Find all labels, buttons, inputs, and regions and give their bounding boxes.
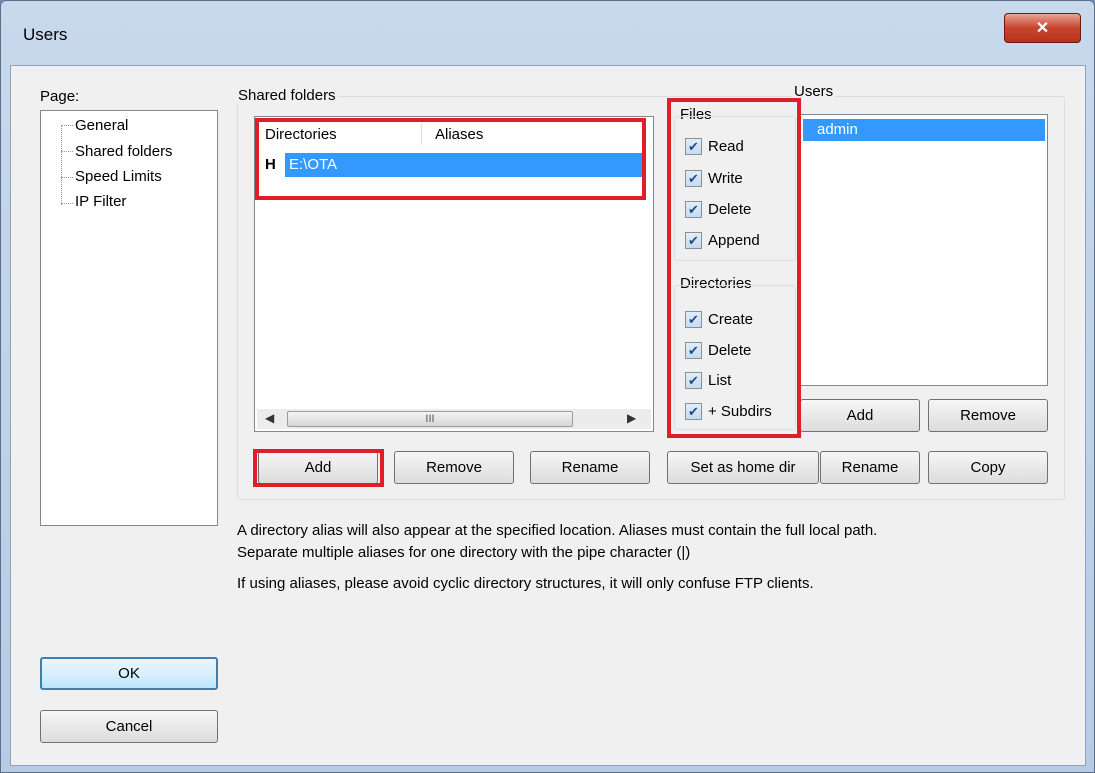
page-tree[interactable]: General Shared folders Speed Limits IP F…	[40, 110, 218, 526]
horizontal-scrollbar[interactable]: ◀ III ▶	[257, 409, 651, 429]
checkbox-write[interactable]: ✔	[685, 170, 702, 187]
rename-user-button[interactable]: Rename	[820, 451, 920, 484]
alias-info-line-2: Separate multiple aliases for one direct…	[237, 544, 691, 561]
shared-folders-group-label: Shared folders	[236, 87, 338, 104]
copy-user-button[interactable]: Copy	[928, 451, 1048, 484]
column-divider	[421, 123, 422, 145]
window-title: Users	[23, 25, 68, 44]
tree-item-general[interactable]: General	[75, 117, 128, 134]
checkbox-label-subdirs[interactable]: + Subdirs	[708, 403, 772, 420]
checkbox-create[interactable]: ✔	[685, 311, 702, 328]
cancel-button[interactable]: Cancel	[40, 710, 218, 743]
add-user-button[interactable]: Add	[800, 399, 920, 432]
checkbox-label-read[interactable]: Read	[708, 138, 744, 155]
tree-branch	[61, 151, 73, 152]
scroll-left-arrow-icon[interactable]: ◀	[265, 411, 274, 425]
checkbox-subdirs[interactable]: ✔	[685, 403, 702, 420]
checkbox-label-list[interactable]: List	[708, 372, 731, 389]
alias-info-line-3: If using aliases, please avoid cyclic di…	[237, 575, 814, 592]
tree-branch	[61, 177, 73, 178]
checkbox-delete-dir[interactable]: ✔	[685, 342, 702, 359]
checkbox-delete-file[interactable]: ✔	[685, 201, 702, 218]
tree-branch	[61, 125, 73, 126]
add-folder-button[interactable]: Add	[258, 451, 378, 484]
user-item-admin[interactable]: admin	[803, 119, 1045, 141]
scroll-right-arrow-icon[interactable]: ▶	[627, 411, 636, 425]
tree-branch	[61, 203, 73, 204]
close-button[interactable]: ✕	[1004, 13, 1081, 43]
users-list[interactable]: admin	[800, 114, 1048, 386]
close-icon: ✕	[1035, 20, 1050, 37]
set-home-dir-button[interactable]: Set as home dir	[667, 451, 819, 484]
column-header-directories[interactable]: Directories	[265, 126, 337, 143]
checkbox-append[interactable]: ✔	[685, 232, 702, 249]
page-label: Page:	[40, 88, 80, 105]
remove-folder-button[interactable]: Remove	[394, 451, 514, 484]
checkbox-read[interactable]: ✔	[685, 138, 702, 155]
column-header-aliases[interactable]: Aliases	[435, 126, 483, 143]
checkbox-label-create[interactable]: Create	[708, 311, 753, 328]
scroll-thumb[interactable]: III	[287, 411, 573, 427]
remove-user-button[interactable]: Remove	[928, 399, 1048, 432]
home-dir-marker: H	[265, 156, 276, 173]
tree-connector	[61, 125, 62, 205]
tree-item-speed-limits[interactable]: Speed Limits	[75, 168, 162, 185]
users-group-label: Users	[792, 83, 836, 100]
checkbox-label-delete-file[interactable]: Delete	[708, 201, 751, 218]
table-row[interactable]: H E:\OTA	[259, 151, 649, 179]
checkbox-label-write[interactable]: Write	[708, 170, 743, 187]
directory-cell[interactable]: E:\OTA	[285, 153, 645, 177]
alias-info-line-1: A directory alias will also appear at th…	[237, 522, 878, 539]
rename-folder-button[interactable]: Rename	[530, 451, 650, 484]
tree-item-ip-filter[interactable]: IP Filter	[75, 193, 126, 210]
checkbox-label-append[interactable]: Append	[708, 232, 760, 249]
ok-button[interactable]: OK	[40, 657, 218, 690]
checkbox-list[interactable]: ✔	[685, 372, 702, 389]
tree-item-shared-folders[interactable]: Shared folders	[75, 143, 173, 160]
checkbox-label-delete-dir[interactable]: Delete	[708, 342, 751, 359]
title-bar[interactable]: Users ✕	[1, 1, 1094, 65]
directories-list[interactable]: Directories Aliases H E:\OTA ◀ III ▶	[254, 116, 654, 432]
scroll-thumb-grip-icon: III	[425, 413, 435, 425]
